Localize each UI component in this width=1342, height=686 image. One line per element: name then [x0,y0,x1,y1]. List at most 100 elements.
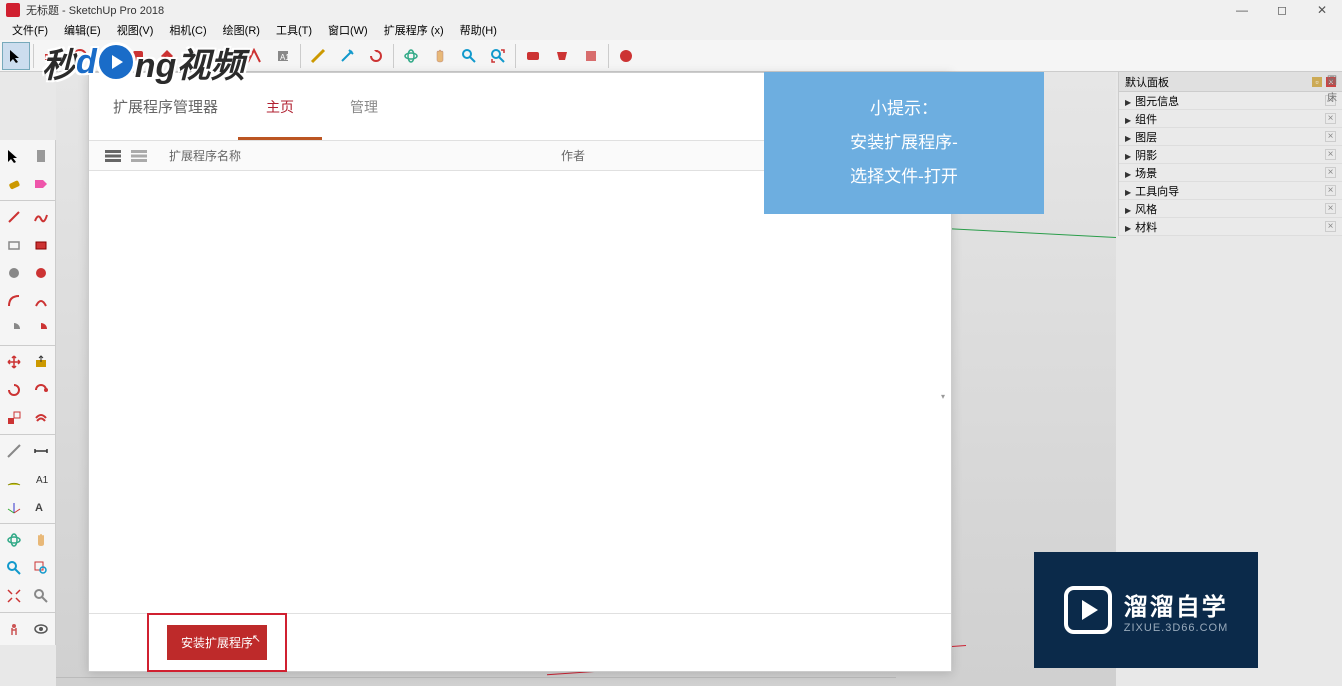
arc-icon[interactable] [0,287,28,315]
rrect-icon[interactable] [28,231,56,259]
right-panel: 默认面板 ▫ × ▶图元信息× ▶组件× ▶图层× ▶阴影× ▶场景× ▶工具向… [1118,72,1342,236]
menu-tools[interactable]: 工具(T) [268,20,320,40]
freehand-icon[interactable] [28,203,56,231]
panel-item-components[interactable]: ▶组件× [1119,110,1342,128]
svg-text:A1: A1 [36,475,49,486]
watermark-right: 溜溜自学 ZIXUE.3D66.COM [1034,552,1258,668]
rotate-icon[interactable] [0,376,28,404]
panel-item-shadows[interactable]: ▶阴影× [1119,146,1342,164]
toolbar-separator [33,44,34,68]
orbit-tool[interactable] [397,42,425,70]
toggle-grid-icon[interactable] [129,147,149,165]
ext-tabs: 主页 管理 [258,73,386,140]
eye-icon[interactable] [28,615,56,643]
menu-help[interactable]: 帮助(H) [452,20,505,40]
tool-21[interactable] [612,42,640,70]
panel-title: 默认面板 ▫ × [1119,72,1342,92]
wm-text: 秒 [42,38,76,87]
select-tool[interactable] [2,42,30,70]
text-icon[interactable]: A1 [28,465,56,493]
side-tab[interactable]: 圖 [1327,72,1337,87]
dim-icon[interactable] [28,437,56,465]
toggle-list-icon[interactable] [103,147,123,165]
line-icon[interactable] [0,203,28,231]
app-icon [6,3,20,17]
axes-icon[interactable] [0,493,28,521]
col-author: 作者 [561,147,585,164]
tip-box: 小提示： 安装扩展程序- 选择文件-打开 [764,72,1044,214]
tab-home[interactable]: 主页 [258,73,302,140]
panel-item-styles[interactable]: ▶风格× [1119,200,1342,218]
tool-18[interactable] [519,42,547,70]
tape-icon[interactable] [0,437,28,465]
select-icon[interactable] [0,142,28,170]
close-button[interactable]: ✕ [1302,0,1342,20]
pan-icon[interactable] [28,526,56,554]
tool-12[interactable] [333,42,361,70]
lasso-icon[interactable] [28,142,56,170]
panel-item-scenes[interactable]: ▶场景× [1119,164,1342,182]
play-icon [99,45,133,79]
tag-icon[interactable] [28,170,56,198]
tip-line2: 安装扩展程序- [850,126,958,160]
zoomext-icon[interactable] [0,582,28,610]
tip-line3: 选择文件-打开 [850,160,958,194]
tool-11[interactable] [304,42,332,70]
prev-icon[interactable] [28,582,56,610]
zoom-extents-tool[interactable] [484,42,512,70]
scale-icon[interactable] [0,404,28,432]
tool-10[interactable]: A1 [269,42,297,70]
panel-item-entityinfo[interactable]: ▶图元信息× [1119,92,1342,110]
tool-20[interactable] [577,42,605,70]
tool-13[interactable] [362,42,390,70]
tool-19[interactable] [548,42,576,70]
pie2-icon[interactable] [28,315,56,343]
orbit-icon[interactable] [0,526,28,554]
maximize-button[interactable]: ◻ [1262,0,1302,20]
zoomwin-icon[interactable] [28,554,56,582]
pin-icon[interactable]: ▫ [1312,77,1322,87]
play-icon [1064,586,1112,634]
eraser-icon[interactable] [0,170,28,198]
followme-icon[interactable] [28,376,56,404]
close-icon[interactable]: × [1325,203,1336,214]
toolbar-separator [515,44,516,68]
arc2-icon[interactable] [28,287,56,315]
zoom-tool[interactable] [455,42,483,70]
offset-icon[interactable] [28,404,56,432]
close-icon[interactable]: × [1325,131,1336,142]
person-icon[interactable] [0,615,28,643]
rect-icon[interactable] [0,231,28,259]
pan-tool[interactable] [426,42,454,70]
circle-icon[interactable] [0,259,28,287]
install-btn-label: 安装扩展程序 [181,636,253,650]
minimize-button[interactable]: — [1222,0,1262,20]
close-icon[interactable]: × [1325,221,1336,232]
panel-item-materials[interactable]: ▶材料× [1119,218,1342,236]
install-extension-button[interactable]: 安装扩展程序 ↖ [167,625,267,660]
side-tab[interactable]: 床 [1327,89,1337,104]
left-toolbar: A1 A [0,140,56,645]
close-icon[interactable]: × [1325,167,1336,178]
close-icon[interactable]: × [1325,185,1336,196]
polygon-icon[interactable] [28,259,56,287]
pie-icon[interactable] [0,315,28,343]
protractor-icon[interactable] [0,465,28,493]
scroll-indicator[interactable]: ▾ [941,392,949,400]
pushpull-icon[interactable] [28,348,56,376]
move-icon[interactable] [0,348,28,376]
ext-list: ▾ [89,171,951,613]
menu-extensions[interactable]: 扩展程序 (x) [376,20,452,40]
panel-item-instructor[interactable]: ▶工具向导× [1119,182,1342,200]
menu-window[interactable]: 窗口(W) [320,20,376,40]
tab-manage[interactable]: 管理 [342,73,386,140]
window-title: 无标题 - SketchUp Pro 2018 [26,2,164,18]
close-icon[interactable]: × [1325,113,1336,124]
watermark-left: 秒 d ng视频 [42,32,252,92]
panel-item-layers[interactable]: ▶图层× [1119,128,1342,146]
zoom-icon[interactable] [0,554,28,582]
close-icon[interactable]: × [1325,149,1336,160]
3dtext-icon[interactable]: A [28,493,56,521]
install-highlight: 安装扩展程序 ↖ [147,613,287,672]
toolbar-separator [393,44,394,68]
